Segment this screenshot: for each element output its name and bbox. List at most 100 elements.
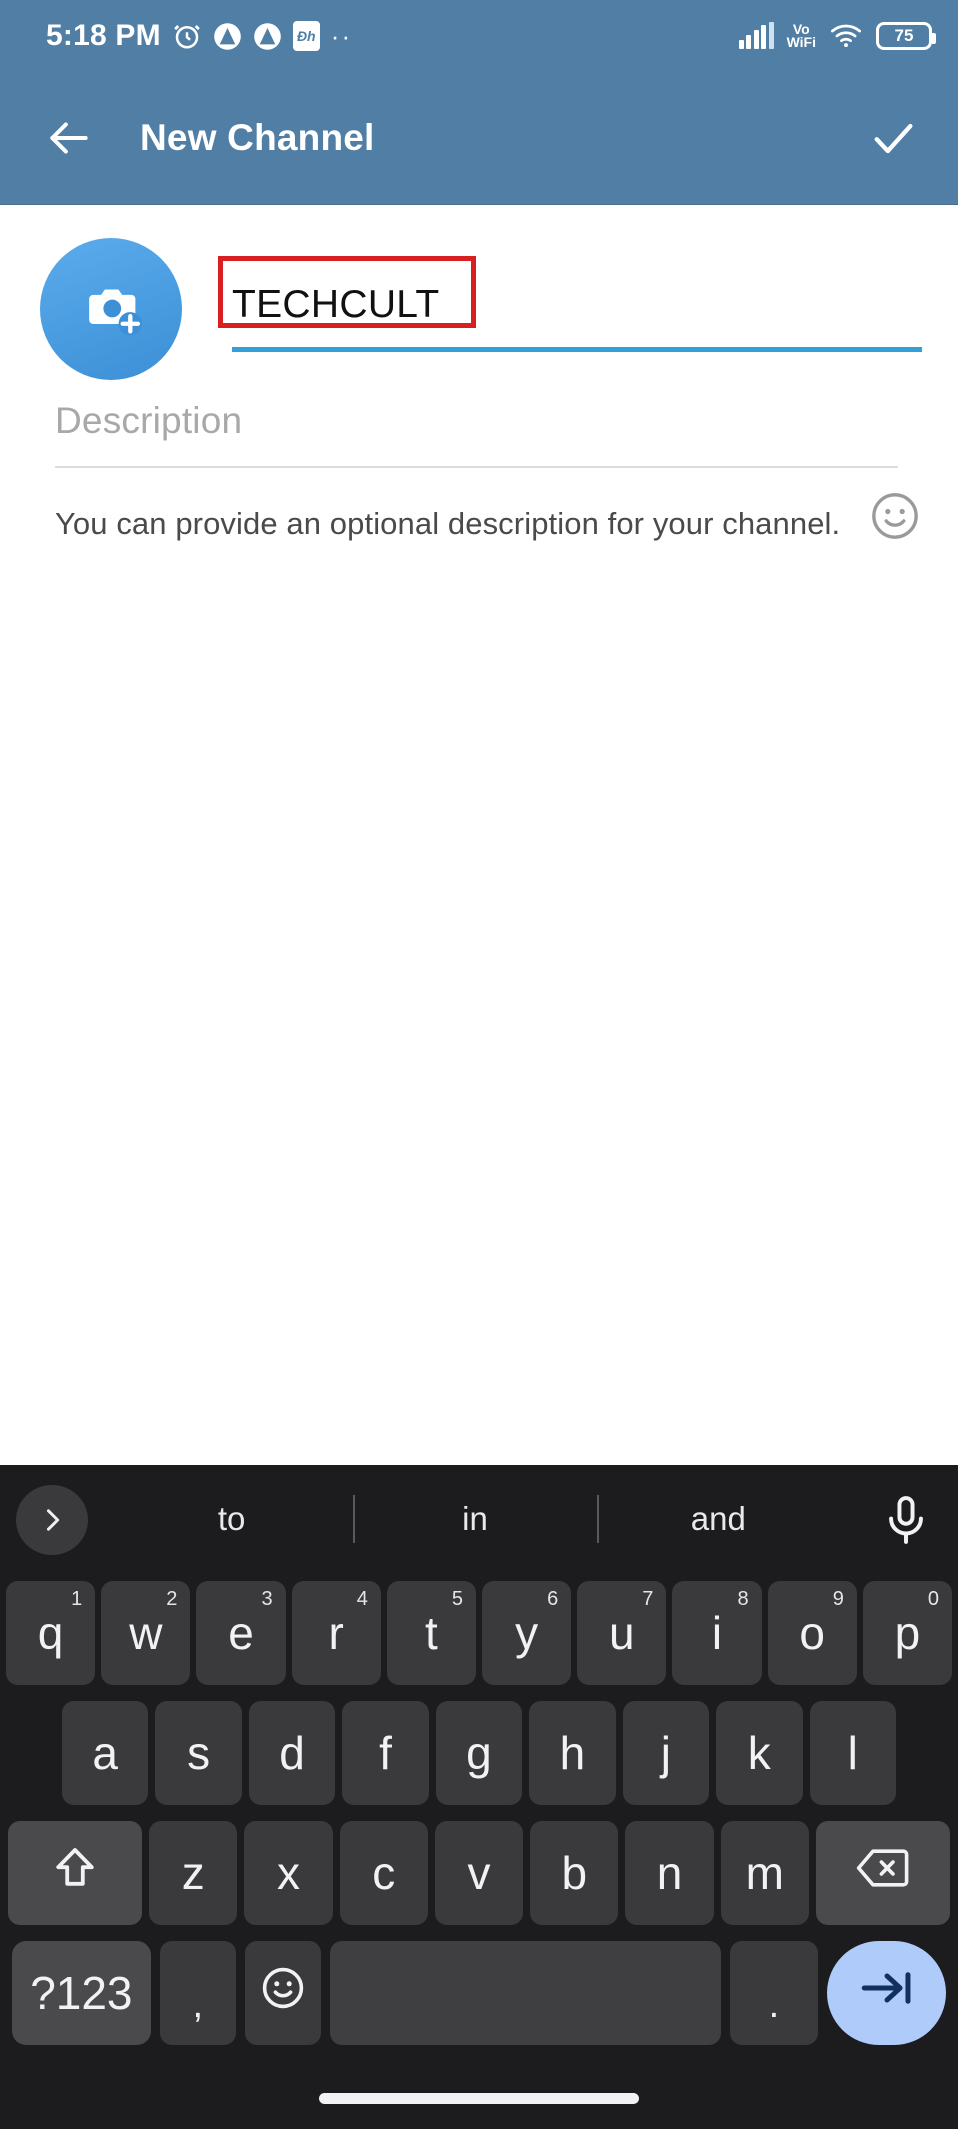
alarm-icon: [172, 21, 202, 51]
keyboard-row-2: a s d f g h j k l: [0, 1693, 958, 1813]
key-num-label: 0: [927, 1588, 940, 1610]
status-bar: 5:18 PM Ðh ·· Vo WiFi 75: [0, 0, 958, 72]
key-v[interactable]: v: [434, 1821, 524, 1925]
key-label: p: [894, 1607, 921, 1659]
camera-add-icon: [78, 276, 144, 343]
key-d[interactable]: d: [248, 1701, 336, 1805]
key-num-label: 8: [737, 1588, 749, 1610]
key-q[interactable]: 1q: [6, 1581, 96, 1685]
emoji-smiley-icon: [259, 1964, 307, 2023]
keyboard-row-3: z x c v b n m: [0, 1813, 958, 1933]
suggestion-item[interactable]: to: [110, 1500, 353, 1538]
wifi-icon: [829, 23, 863, 49]
description-underline: [55, 466, 898, 468]
key-label: r: [328, 1607, 344, 1659]
suggestion-item[interactable]: in: [353, 1500, 596, 1538]
key-label: o: [799, 1607, 826, 1659]
tab-next-icon: [857, 1963, 915, 2024]
key-r[interactable]: 4r: [291, 1581, 381, 1685]
channel-name-input[interactable]: TECHCULT: [218, 277, 918, 333]
check-icon[interactable]: [862, 107, 924, 169]
key-b[interactable]: b: [530, 1821, 619, 1925]
key-m[interactable]: m: [720, 1821, 809, 1925]
description-field[interactable]: Description You can provide an optional …: [55, 400, 905, 545]
microphone-icon[interactable]: [876, 1489, 936, 1551]
emoji-key[interactable]: [244, 1941, 322, 2045]
key-num-label: 5: [451, 1588, 464, 1610]
key-s[interactable]: s: [155, 1701, 242, 1805]
page-title: New Channel: [140, 117, 375, 158]
avatar[interactable]: [40, 238, 182, 380]
key-x[interactable]: x: [244, 1821, 333, 1925]
key-i[interactable]: 8i: [672, 1581, 762, 1685]
key-o[interactable]: 9o: [767, 1581, 857, 1685]
key-label: w: [129, 1607, 163, 1659]
key-c[interactable]: c: [339, 1821, 428, 1925]
more-dots-icon: ··: [330, 20, 353, 51]
key-num-label: 6: [547, 1588, 559, 1610]
comma-key[interactable]: ,: [159, 1941, 236, 2045]
channel-name-field[interactable]: TECHCULT: [218, 256, 922, 352]
back-arrow-icon[interactable]: [40, 109, 98, 167]
key-label: i: [711, 1607, 723, 1659]
key-l[interactable]: l: [809, 1701, 896, 1805]
key-w[interactable]: 2w: [101, 1581, 191, 1685]
shift-up-icon: [51, 1844, 99, 1903]
key-f[interactable]: f: [342, 1701, 429, 1805]
key-z[interactable]: z: [149, 1821, 238, 1925]
badge-a-icon: [253, 22, 282, 51]
backspace-icon: [855, 1844, 911, 1903]
suggestion-item[interactable]: and: [597, 1500, 840, 1538]
chevron-right-icon[interactable]: [16, 1485, 88, 1555]
key-label: y: [515, 1607, 539, 1659]
volte-line-2: WiFi: [786, 34, 816, 50]
channel-name-row: TECHCULT: [0, 219, 958, 539]
form-content: TECHCULT Description You can provide an …: [0, 205, 958, 1465]
channel-name-underline: [232, 347, 922, 352]
key-j[interactable]: j: [622, 1701, 710, 1805]
key-e[interactable]: 3e: [196, 1581, 286, 1685]
home-pill[interactable]: [319, 2092, 639, 2104]
signal-icon: [738, 22, 774, 49]
keyboard-row-1: 1q 2w 3e 4r 5t 6y 7u 8i 9o 0p: [0, 1573, 958, 1693]
key-t[interactable]: 5t: [386, 1581, 477, 1685]
key-label: e: [228, 1607, 254, 1659]
key-a[interactable]: a: [62, 1701, 149, 1805]
symbols-key[interactable]: ?123: [12, 1941, 151, 2045]
key-label: u: [609, 1607, 635, 1659]
battery-icon: 75: [876, 22, 936, 50]
key-num-label: 1: [71, 1588, 83, 1610]
suggestion-bar: to in and: [0, 1465, 958, 1573]
space-key[interactable]: [330, 1941, 721, 2045]
description-hint: You can provide an optional description …: [55, 506, 841, 541]
key-u[interactable]: 7u: [577, 1581, 667, 1685]
shift-key[interactable]: [8, 1821, 143, 1925]
key-n[interactable]: n: [625, 1821, 714, 1925]
battery-level-label: 75: [894, 26, 914, 45]
enter-key[interactable]: [826, 1941, 946, 2045]
system-nav-bar: [0, 2067, 958, 2129]
key-num-label: 4: [356, 1588, 368, 1610]
badge-a-icon: [213, 22, 242, 51]
description-input[interactable]: Description: [55, 400, 905, 466]
key-k[interactable]: k: [716, 1701, 803, 1805]
key-num-label: 9: [832, 1588, 844, 1610]
keyboard-row-4: ?123 , .: [0, 1933, 958, 2053]
period-key[interactable]: .: [729, 1941, 818, 2045]
key-p[interactable]: 0p: [862, 1581, 953, 1685]
dh-app-icon: Ðh: [292, 21, 320, 51]
status-bar-left: 5:18 PM Ðh ··: [46, 19, 352, 53]
suggestion-list: to in and: [110, 1465, 840, 1573]
key-label: q: [37, 1607, 64, 1659]
key-num-label: 7: [642, 1588, 654, 1610]
key-y[interactable]: 6y: [482, 1581, 572, 1685]
key-num-label: 3: [261, 1588, 273, 1610]
volte-wifi-icon: Vo WiFi: [786, 22, 816, 50]
key-num-label: 2: [166, 1588, 178, 1610]
status-bar-clock: 5:18 PM: [46, 19, 161, 52]
key-h[interactable]: h: [529, 1701, 616, 1805]
keyboard-rows: 1q 2w 3e 4r 5t 6y 7u 8i 9o 0p a s d f g …: [0, 1573, 958, 2053]
key-label: t: [425, 1607, 438, 1659]
key-g[interactable]: g: [435, 1701, 523, 1805]
backspace-key[interactable]: [815, 1821, 951, 1925]
